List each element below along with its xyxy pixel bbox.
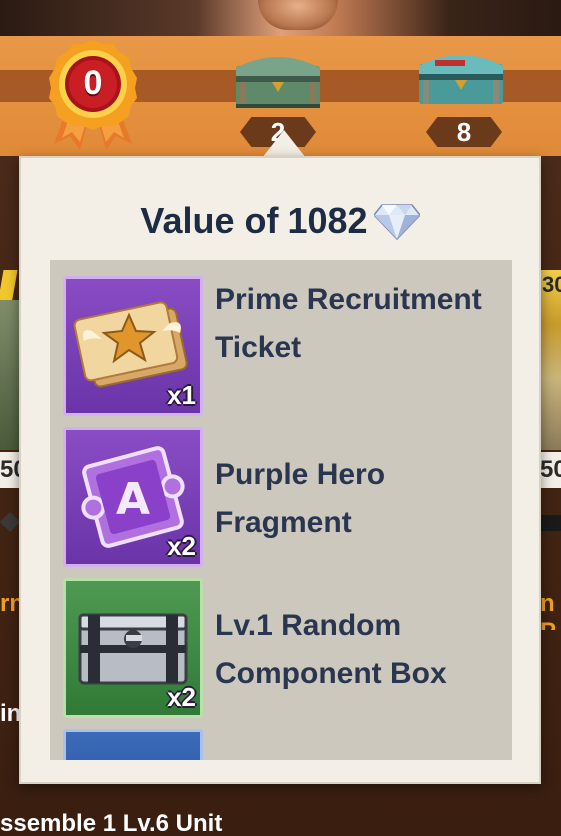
item-name: Purple Hero Fragment (215, 458, 386, 539)
hero-fragment-icon: A x2 (63, 427, 203, 567)
left-card-image[interactable] (0, 300, 20, 450)
chest-contents-popup: Value of 1082 x1 Prime Recruitment Ticke… (19, 156, 541, 784)
list-item[interactable]: x1 Prime Recruitment Ticket (63, 276, 503, 416)
medal-icon[interactable]: 0 (46, 36, 140, 152)
teal-chest-count: 8 (426, 117, 502, 147)
green-chest-icon[interactable] (232, 46, 324, 112)
item-quantity: x2 (167, 531, 196, 561)
item-name: Lv.1 Random Component Box (215, 609, 447, 690)
popup-title: Value of 1082 (21, 198, 539, 244)
recruitment-ticket-icon: x1 (63, 276, 203, 416)
task-description: ssemble 1 Lv.6 Unit (0, 812, 223, 836)
item-quantity: x2 (167, 682, 196, 712)
medal-value: 0 (83, 64, 103, 102)
svg-text:A: A (116, 474, 150, 525)
title-prefix: Value of (140, 200, 279, 241)
right-card-label: n P (540, 590, 556, 630)
right-card-bar (540, 515, 561, 531)
left-diamond-marker-icon (0, 512, 20, 532)
component-box-icon: x2 (63, 578, 203, 718)
left-card-label-2: in (0, 700, 20, 727)
teal-chest-icon[interactable] (415, 42, 507, 108)
popup-pointer (262, 130, 306, 158)
right-card-badge: 30 (542, 272, 561, 297)
right-card-image[interactable]: 30 (540, 270, 561, 450)
diamond-icon (373, 204, 420, 241)
item-icon (63, 729, 203, 760)
list-item[interactable]: x2 Lv.1 Random Component Box (63, 578, 503, 718)
right-card-number: 50 (540, 452, 561, 488)
item-quantity: x1 (167, 380, 196, 410)
item-name: Prime Recruitment Ticket (215, 283, 482, 364)
list-item[interactable] (63, 729, 503, 760)
title-value: 1082 (287, 200, 368, 241)
reward-item-list[interactable]: x1 Prime Recruitment Ticket A x2 Purple … (50, 260, 512, 760)
left-card-label: rn (0, 590, 20, 617)
list-item[interactable]: A x2 Purple Hero Fragment (63, 427, 503, 567)
left-card-number: 50 (0, 452, 20, 488)
